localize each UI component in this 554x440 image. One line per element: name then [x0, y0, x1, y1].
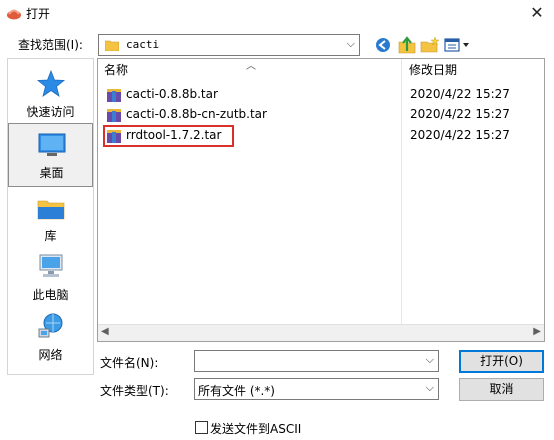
app-icon [7, 9, 21, 20]
column-header-date[interactable]: 修改日期 [409, 61, 457, 83]
file-date: 2020/4/22 15:27 [410, 87, 510, 101]
open-button[interactable]: 打开(O) [459, 350, 544, 373]
close-button[interactable]: ✕ [520, 0, 554, 26]
lookin-label: 查找范围(I): [18, 38, 83, 52]
title-bar: 打开 ✕ [0, 0, 554, 28]
column-name-label: 名称 [104, 63, 129, 77]
sort-ascending-icon: ︿ [246, 61, 256, 72]
filename-label: 文件名(N): [100, 356, 159, 370]
computer-icon [39, 254, 63, 277]
place-quick-access[interactable]: 快速访问 [8, 63, 93, 127]
file-name: cacti-0.8.8b-cn-zutb.tar [126, 107, 267, 121]
window-title: 打开 [26, 7, 51, 21]
place-label: 此电脑 [32, 288, 69, 302]
chevron-down-icon[interactable]: ⌵ [426, 381, 434, 395]
place-network[interactable]: 网络 [8, 306, 93, 370]
file-name: cacti-0.8.8b.tar [126, 87, 218, 101]
horizontal-scrollbar[interactable]: ◀ ▶ [98, 324, 544, 341]
lookin-combo[interactable]: cacti ⌵ [98, 34, 360, 56]
places-bar: 快速访问 桌面 库 此电脑 网络 [7, 58, 94, 375]
up-folder-button[interactable] [396, 34, 418, 56]
place-desktop[interactable]: 桌面 [8, 123, 93, 187]
ascii-checkbox-label: 发送文件到ASCII [210, 422, 302, 436]
place-label: 库 [44, 229, 57, 243]
file-row[interactable]: cacti-0.8.8b-cn-zutb.tar 2020/4/22 15:27 [104, 105, 534, 125]
scroll-right-icon[interactable]: ▶ [533, 326, 541, 337]
archive-icon [107, 89, 121, 102]
column-date-label: 修改日期 [409, 63, 458, 77]
column-header-name[interactable]: 名称 [104, 61, 128, 83]
chevron-down-icon[interactable]: ⌵ [426, 353, 434, 367]
filetype-value: 所有文件 (*.*) [198, 384, 275, 398]
highlight-box [103, 125, 234, 147]
filetype-label: 文件类型(T): [100, 384, 169, 398]
scroll-left-icon[interactable]: ◀ [101, 326, 109, 337]
file-row[interactable]: cacti-0.8.8b.tar 2020/4/22 15:27 [104, 85, 534, 105]
place-library[interactable]: 库 [8, 187, 93, 251]
place-label: 桌面 [39, 166, 64, 180]
file-date: 2020/4/22 15:27 [410, 128, 510, 142]
new-folder-button[interactable] [419, 34, 441, 56]
chevron-down-icon: ⌵ [346, 37, 355, 50]
place-label: 快速访问 [26, 105, 75, 119]
file-date: 2020/4/22 15:27 [410, 107, 510, 121]
library-icon [37, 200, 65, 220]
place-this-pc[interactable]: 此电脑 [8, 246, 93, 310]
filename-field[interactable]: ⌵ [194, 350, 439, 372]
star-icon [36, 69, 66, 97]
place-label: 网络 [38, 348, 63, 362]
archive-icon [107, 109, 121, 122]
ascii-checkbox[interactable] [195, 421, 208, 434]
filetype-select[interactable]: 所有文件 (*.*) ⌵ [194, 378, 439, 400]
desktop-icon [38, 133, 66, 156]
file-list[interactable]: 名称 ︿ 修改日期 cacti-0.8.8b.tar 2020/4/22 15:… [97, 58, 545, 342]
view-menu-button[interactable] [442, 34, 472, 56]
lookin-value: cacti [126, 38, 160, 51]
folder-icon [105, 40, 119, 51]
back-button[interactable] [372, 34, 394, 56]
network-icon [38, 313, 63, 338]
cancel-button[interactable]: 取消 [459, 378, 544, 401]
